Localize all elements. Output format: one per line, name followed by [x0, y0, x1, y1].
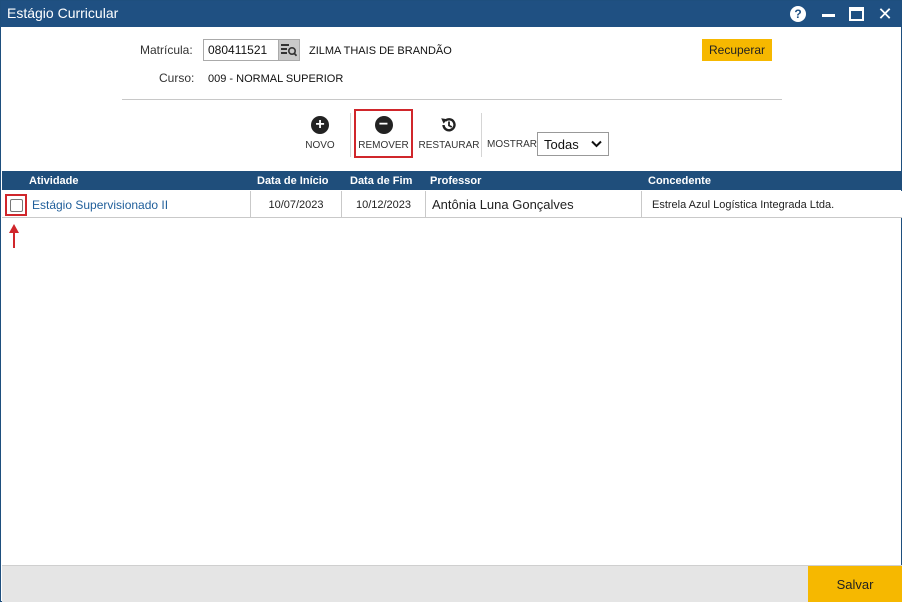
- row-checkbox[interactable]: [9, 198, 23, 212]
- column-header-data-inicio[interactable]: Data de Início: [257, 175, 329, 187]
- table-row[interactable]: Estágio Supervisionado II 10/07/2023 10/…: [2, 191, 902, 218]
- title-bar: Estágio Curricular ? ✕: [1, 1, 901, 27]
- maximize-button[interactable]: [847, 5, 865, 23]
- cell-atividade[interactable]: Estágio Supervisionado II: [26, 191, 251, 218]
- help-icon: ?: [790, 6, 806, 22]
- remover-icon-wrap: −: [374, 115, 394, 135]
- window-title: Estágio Curricular: [7, 5, 119, 21]
- cell-professor: Antônia Luna Gonçalves: [426, 191, 642, 218]
- cell-data-inicio: 10/07/2023: [251, 191, 342, 218]
- help-button[interactable]: ?: [789, 5, 807, 23]
- toolbar-separator: [481, 113, 482, 157]
- form-divider: [122, 99, 782, 100]
- plus-circle-icon: +: [311, 116, 329, 134]
- restaurar-label: RESTAURAR: [418, 140, 480, 151]
- footer-bar: Salvar: [2, 565, 902, 602]
- close-button[interactable]: ✕: [876, 3, 894, 24]
- student-name: ZILMA THAIS DE BRANDÃO: [309, 45, 452, 57]
- column-header-atividade[interactable]: Atividade: [29, 175, 79, 187]
- recuperar-button[interactable]: Recuperar: [702, 39, 772, 61]
- column-header-data-fim[interactable]: Data de Fim: [350, 175, 412, 187]
- toolbar-separator: [350, 113, 351, 157]
- novo-button[interactable]: + NOVO: [301, 111, 339, 157]
- curso-label: Curso:: [159, 71, 195, 85]
- matricula-input[interactable]: [203, 39, 279, 61]
- mostrar-label: MOSTRAR:: [487, 139, 540, 150]
- mostrar-selected-value: Todas: [544, 136, 579, 152]
- search-list-icon: [281, 44, 297, 57]
- matricula-search-button[interactable]: [278, 39, 300, 61]
- minus-circle-icon: −: [374, 116, 393, 134]
- restore-icon: [441, 118, 456, 132]
- cell-data-fim: 10/12/2023: [342, 191, 426, 218]
- remover-label: REMOVER: [358, 140, 409, 151]
- cell-concedente: Estrela Azul Logística Integrada Ltda.: [652, 198, 835, 211]
- estagio-curricular-window: Estágio Curricular ? ✕ Matrícula: ZILMA …: [0, 0, 902, 602]
- chevron-down-icon: [591, 140, 602, 148]
- grid-header: Atividade Data de Início Data de Fim Pro…: [2, 171, 902, 190]
- novo-label: NOVO: [305, 140, 335, 151]
- column-header-concedente[interactable]: Concedente: [648, 175, 711, 187]
- column-header-professor[interactable]: Professor: [430, 175, 481, 187]
- remover-button[interactable]: − REMOVER: [354, 109, 413, 158]
- row-select-highlight: [5, 194, 27, 216]
- minimize-button[interactable]: [819, 5, 837, 23]
- curso-value: 009 - NORMAL SUPERIOR: [208, 73, 344, 85]
- novo-icon-wrap: +: [310, 115, 330, 135]
- up-arrow-icon: [9, 224, 19, 248]
- restaurar-button[interactable]: RESTAURAR: [418, 111, 480, 157]
- maximize-icon: [848, 7, 864, 21]
- minimize-icon: [821, 13, 835, 17]
- salvar-button[interactable]: Salvar: [808, 566, 902, 602]
- restaurar-icon-wrap: [439, 115, 459, 135]
- mostrar-select[interactable]: Todas: [537, 132, 609, 156]
- matricula-label: Matrícula:: [140, 43, 193, 57]
- close-icon: ✕: [877, 3, 893, 24]
